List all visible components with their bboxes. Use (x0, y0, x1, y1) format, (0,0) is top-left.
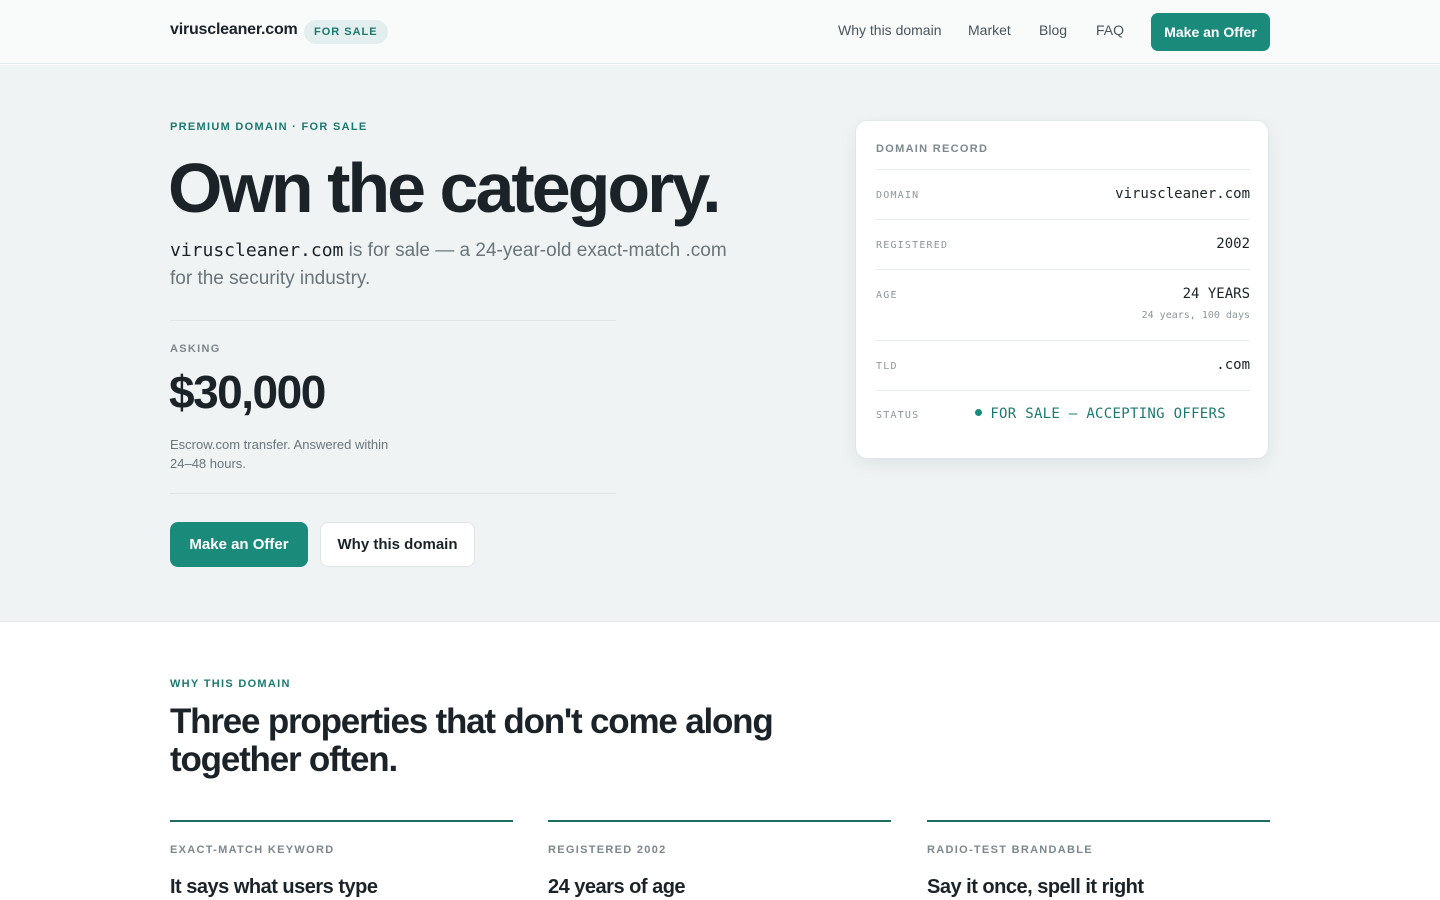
nav-faq[interactable]: FAQ (1096, 22, 1124, 38)
property-heading: Say it once, spell it right (927, 876, 1144, 898)
site-header: viruscleaner.com FOR SALE Why this domai… (0, 0, 1440, 64)
record-value: .com (1216, 357, 1250, 373)
make-offer-button[interactable]: Make an Offer (170, 522, 308, 567)
divider (170, 320, 616, 321)
record-key: REGISTERED (876, 240, 949, 251)
card-title: DOMAIN RECORD (876, 143, 989, 155)
divider (170, 493, 616, 494)
nav-why-this-domain[interactable]: Why this domain (838, 22, 941, 38)
property-card: RADIO-TEST BRANDABLE Say it once, spell … (927, 820, 1270, 898)
record-key: TLD (876, 361, 898, 372)
record-row-status: STATUS FOR SALE — ACCEPTING OFFERS (876, 390, 1250, 440)
hero-eyebrow: PREMIUM DOMAIN · FOR SALE (170, 121, 368, 133)
header-make-offer-button[interactable]: Make an Offer (1151, 13, 1270, 51)
record-row-age: AGE 24 YEARS 24 years, 100 days (876, 269, 1250, 340)
asking-label: ASKING (170, 343, 221, 355)
property-heading: It says what users type (170, 876, 378, 898)
record-subvalue: 24 years, 100 days (1141, 310, 1250, 321)
property-heading: 24 years of age (548, 876, 686, 898)
record-value: 24 YEARS (1182, 286, 1250, 302)
why-eyebrow: WHY THIS DOMAIN (170, 678, 291, 690)
nav-market[interactable]: Market (968, 22, 1011, 38)
lede-domain: viruscleaner.com (170, 240, 344, 261)
record-value: viruscleaner.com (1115, 186, 1250, 202)
record-row-registered: REGISTERED 2002 (876, 219, 1250, 269)
status-text: FOR SALE — ACCEPTING OFFERS (990, 406, 1226, 422)
record-key: STATUS (876, 410, 920, 421)
for-sale-badge: FOR SALE (304, 20, 388, 44)
hero-lede: viruscleaner.com is for sale — a 24-year… (170, 237, 750, 293)
asking-price: $30,000 (169, 366, 326, 418)
property-card: EXACT-MATCH KEYWORD It says what users t… (170, 820, 513, 898)
page-title: Own the category. (168, 149, 722, 227)
property-card: REGISTERED 2002 24 years of age (548, 820, 891, 898)
domain-record-card: DOMAIN RECORD DOMAIN viruscleaner.com RE… (855, 120, 1269, 459)
brand-link[interactable]: viruscleaner.com (170, 21, 298, 39)
price-note: Escrow.com transfer. Answered within 24–… (170, 437, 389, 471)
record-key: DOMAIN (876, 190, 920, 201)
status-dot-icon (975, 409, 983, 416)
why-this-domain-button[interactable]: Why this domain (320, 522, 475, 567)
nav-blog[interactable]: Blog (1039, 22, 1067, 38)
property-label: RADIO-TEST BRANDABLE (927, 844, 1093, 856)
why-section-title: Three properties that don't come along t… (170, 702, 774, 779)
record-row-domain: DOMAIN viruscleaner.com (876, 169, 1250, 219)
record-value: 2002 (1216, 236, 1250, 252)
hero-section: PREMIUM DOMAIN · FOR SALE Own the catego… (0, 65, 1440, 622)
property-label: REGISTERED 2002 (548, 844, 667, 856)
status-value: FOR SALE — ACCEPTING OFFERS (975, 406, 1226, 422)
record-key: AGE (876, 290, 898, 301)
record-row-tld: TLD .com (876, 340, 1250, 390)
property-label: EXACT-MATCH KEYWORD (170, 844, 335, 856)
